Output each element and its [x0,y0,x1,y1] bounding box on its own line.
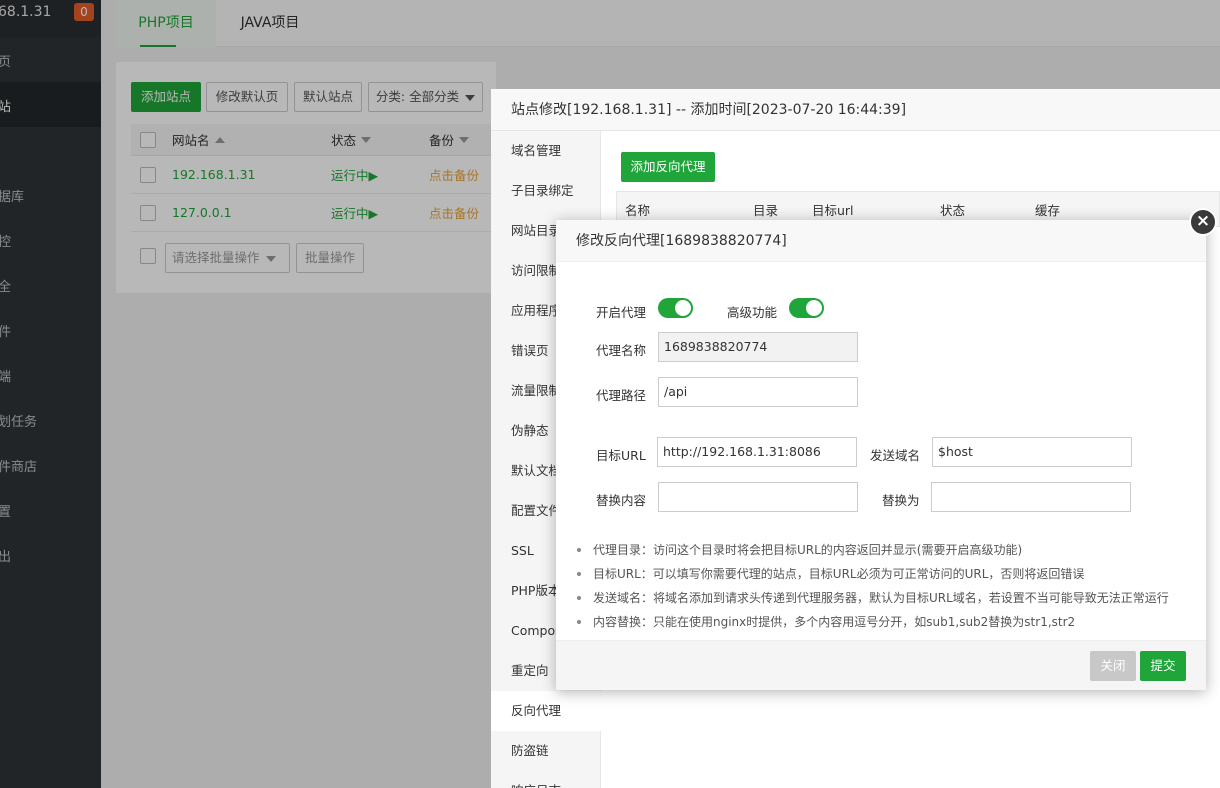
site-nav-hotlink[interactable]: 防盗链 [491,731,601,771]
help-tip: 发送域名：将域名添加到请求头传递到代理服务器，默认为目标URL域名，若设置不当可… [576,586,1196,610]
proxy-name-input[interactable]: 1689838820774 [658,332,858,362]
site-nav-subdir[interactable]: 子目录绑定 [491,171,601,211]
submit-button[interactable]: 提交 [1140,651,1186,681]
close-icon[interactable]: × [1189,208,1217,236]
edit-reverse-proxy-dialog: 修改反向代理[1689838820774] 开启代理 高级功能 代理名称 168… [556,220,1206,690]
enable-proxy-toggle[interactable] [658,298,693,318]
site-nav-response-log[interactable]: 响应日志 [491,771,601,788]
site-nav-reverse-proxy[interactable]: 反向代理 [491,691,601,731]
target-url-input[interactable]: http://192.168.1.31:8086 [657,437,857,467]
site-dialog-title: 站点修改[192.168.1.31] -- 添加时间[2023-07-20 16… [491,89,1220,131]
proxy-help-tips: 代理目录：访问这个目录时将会把目标URL的内容返回并显示(需要开启高级功能) 目… [576,538,1196,634]
proxy-path-label: 代理路径 [596,388,647,403]
enable-proxy-label: 开启代理 [596,305,647,320]
target-url-label: 目标URL [596,448,646,463]
help-tip: 内容替换：只能在使用nginx时提供，多个内容用逗号分开，如sub1,sub2替… [576,610,1196,634]
add-reverse-proxy-button[interactable]: 添加反向代理 [621,152,715,182]
replace-content-input[interactable] [658,482,858,512]
replace-with-label: 替换为 [882,493,920,508]
send-domain-input[interactable]: $host [932,437,1132,467]
replace-with-input[interactable] [931,482,1131,512]
help-tip: 目标URL：可以填写你需要代理的站点，目标URL必须为可正常访问的URL，否则将… [576,562,1196,586]
send-domain-label: 发送域名 [870,448,921,463]
proxy-name-label: 代理名称 [596,343,647,358]
advanced-label: 高级功能 [727,305,778,320]
close-button[interactable]: 关闭 [1090,651,1136,681]
proxy-dialog-title: 修改反向代理[1689838820774] [556,220,1206,262]
replace-content-label: 替换内容 [596,493,647,508]
proxy-path-input[interactable]: /api [658,377,858,407]
help-tip: 代理目录：访问这个目录时将会把目标URL的内容返回并显示(需要开启高级功能) [576,538,1196,562]
site-nav-domain[interactable]: 域名管理 [491,131,601,171]
advanced-toggle[interactable] [789,298,824,318]
proxy-dialog-footer: 关闭 提交 [556,640,1206,690]
